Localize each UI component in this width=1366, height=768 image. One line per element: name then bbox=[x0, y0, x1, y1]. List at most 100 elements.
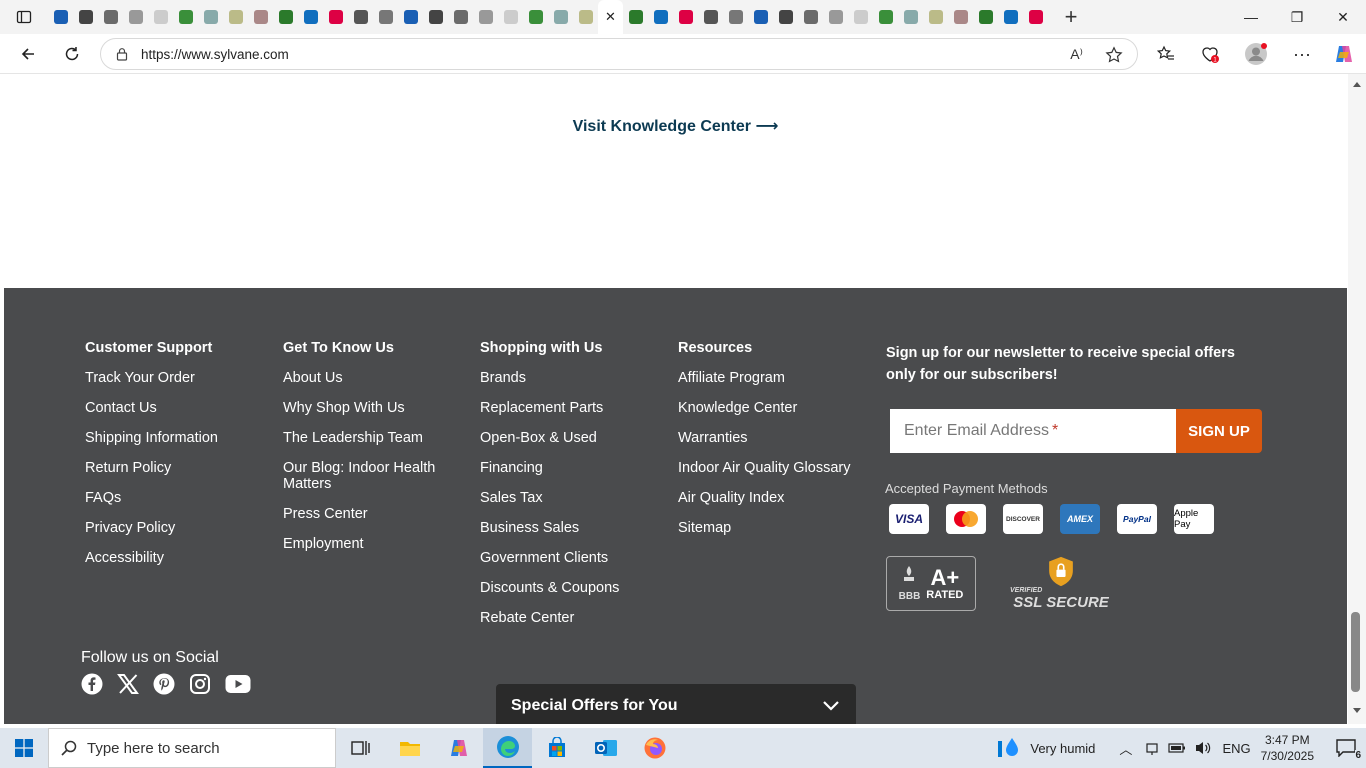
sign-up-button[interactable]: SIGN UP bbox=[1176, 409, 1262, 453]
instagram-icon[interactable] bbox=[189, 673, 211, 695]
tab-actions-button[interactable] bbox=[0, 0, 48, 34]
footer-link[interactable]: Privacy Policy bbox=[85, 520, 275, 536]
footer-link[interactable]: Open-Box & Used bbox=[480, 430, 670, 446]
special-offers-bar[interactable]: Special Offers for You bbox=[496, 684, 856, 724]
browser-tab[interactable] bbox=[648, 0, 673, 34]
battery-icon[interactable] bbox=[1168, 741, 1186, 755]
browser-tab[interactable] bbox=[498, 0, 523, 34]
footer-link[interactable]: Why Shop With Us bbox=[283, 400, 463, 416]
network-icon[interactable] bbox=[1144, 740, 1160, 756]
favorites-button[interactable] bbox=[1146, 38, 1186, 70]
browser-tab[interactable] bbox=[798, 0, 823, 34]
scroll-down-arrow-icon[interactable] bbox=[1353, 708, 1361, 713]
browser-tab[interactable] bbox=[673, 0, 698, 34]
taskbar-copilot[interactable] bbox=[434, 728, 483, 768]
notification-center-button[interactable]: 6 bbox=[1326, 728, 1366, 768]
browser-tab[interactable] bbox=[298, 0, 323, 34]
browser-tab[interactable] bbox=[623, 0, 648, 34]
browser-tab[interactable] bbox=[898, 0, 923, 34]
profile-button[interactable] bbox=[1236, 38, 1276, 70]
browser-tab[interactable] bbox=[973, 0, 998, 34]
browser-tab[interactable] bbox=[148, 0, 173, 34]
settings-more-button[interactable]: ··· bbox=[1282, 38, 1322, 70]
footer-link[interactable]: Warranties bbox=[678, 430, 878, 446]
browser-tab[interactable] bbox=[473, 0, 498, 34]
bbb-rating-badge[interactable]: BBB A+ RATED bbox=[886, 556, 976, 611]
youtube-icon[interactable] bbox=[225, 673, 251, 695]
footer-link[interactable]: Discounts & Coupons bbox=[480, 580, 670, 596]
tab-active[interactable]: ✕ bbox=[598, 0, 623, 34]
minimize-button[interactable]: — bbox=[1228, 0, 1274, 34]
weather-text[interactable]: Very humid bbox=[1030, 741, 1095, 756]
pinterest-icon[interactable] bbox=[153, 673, 175, 695]
footer-link[interactable]: Replacement Parts bbox=[480, 400, 670, 416]
address-bar[interactable]: https://www.sylvane.com A⁾ bbox=[100, 38, 1138, 70]
restore-button[interactable]: ❐ bbox=[1274, 0, 1320, 34]
taskbar-store[interactable] bbox=[532, 728, 581, 768]
browser-tab[interactable] bbox=[823, 0, 848, 34]
footer-link[interactable]: Track Your Order bbox=[85, 370, 275, 386]
footer-link[interactable]: Rebate Center bbox=[480, 610, 670, 626]
browser-tab[interactable] bbox=[998, 0, 1023, 34]
favorite-star-icon[interactable] bbox=[1105, 46, 1123, 64]
browser-tab[interactable] bbox=[548, 0, 573, 34]
browser-tab[interactable] bbox=[873, 0, 898, 34]
footer-link[interactable]: Affiliate Program bbox=[678, 370, 878, 386]
footer-link[interactable]: Brands bbox=[480, 370, 670, 386]
footer-link[interactable]: About Us bbox=[283, 370, 463, 386]
browser-tab[interactable] bbox=[73, 0, 98, 34]
browser-tab[interactable] bbox=[423, 0, 448, 34]
footer-link[interactable]: Shipping Information bbox=[85, 430, 275, 446]
browser-tab[interactable] bbox=[223, 0, 248, 34]
footer-link[interactable]: Press Center bbox=[283, 506, 463, 522]
footer-link[interactable]: Sitemap bbox=[678, 520, 878, 536]
footer-link[interactable]: Indoor Air Quality Glossary bbox=[678, 460, 878, 476]
taskbar-firefox[interactable] bbox=[630, 728, 679, 768]
scrollbar-thumb[interactable] bbox=[1351, 612, 1360, 692]
read-aloud-icon[interactable]: A⁾ bbox=[1070, 46, 1083, 63]
show-hidden-icons-chevron-icon[interactable]: ︿ bbox=[1119, 739, 1132, 758]
footer-link[interactable]: The Leadership Team bbox=[283, 430, 463, 446]
browser-tab[interactable] bbox=[323, 0, 348, 34]
browser-tab[interactable] bbox=[748, 0, 773, 34]
taskbar-outlook[interactable] bbox=[581, 728, 630, 768]
browser-tab[interactable] bbox=[348, 0, 373, 34]
footer-link[interactable]: Sales Tax bbox=[480, 490, 670, 506]
browser-tab[interactable] bbox=[523, 0, 548, 34]
copilot-button[interactable] bbox=[1324, 38, 1364, 70]
browser-tab[interactable] bbox=[398, 0, 423, 34]
browser-tab[interactable] bbox=[173, 0, 198, 34]
footer-link[interactable]: Air Quality Index bbox=[678, 490, 878, 506]
browser-tab[interactable] bbox=[123, 0, 148, 34]
close-tab-icon[interactable]: ✕ bbox=[604, 9, 618, 24]
browser-tab[interactable] bbox=[573, 0, 598, 34]
browser-tab[interactable] bbox=[373, 0, 398, 34]
browser-tab[interactable] bbox=[773, 0, 798, 34]
browser-tab[interactable] bbox=[698, 0, 723, 34]
volume-icon[interactable] bbox=[1194, 740, 1212, 756]
browser-tab[interactable] bbox=[1023, 0, 1048, 34]
footer-link[interactable]: Knowledge Center bbox=[678, 400, 878, 416]
footer-link[interactable]: Our Blog: Indoor Health Matters bbox=[283, 460, 463, 492]
footer-link[interactable]: FAQs bbox=[85, 490, 275, 506]
browser-tab[interactable] bbox=[923, 0, 948, 34]
taskbar-file-explorer[interactable] bbox=[385, 728, 434, 768]
taskbar-edge[interactable] bbox=[483, 728, 532, 768]
browser-tab[interactable] bbox=[98, 0, 123, 34]
task-view-button[interactable] bbox=[336, 728, 385, 768]
browser-tab[interactable] bbox=[248, 0, 273, 34]
refresh-button[interactable] bbox=[52, 38, 92, 70]
visit-knowledge-center-link[interactable]: Visit Knowledge Center ⟶ bbox=[4, 116, 1347, 136]
language-indicator[interactable]: ENG bbox=[1222, 741, 1250, 756]
new-tab-button[interactable]: + bbox=[1056, 0, 1086, 34]
back-button[interactable] bbox=[8, 38, 48, 70]
footer-link[interactable]: Contact Us bbox=[85, 400, 275, 416]
footer-link[interactable]: Government Clients bbox=[480, 550, 670, 566]
browser-tab[interactable] bbox=[948, 0, 973, 34]
browser-tab[interactable] bbox=[848, 0, 873, 34]
browser-tab[interactable] bbox=[198, 0, 223, 34]
email-input[interactable]: Enter Email Address * bbox=[890, 409, 1177, 453]
footer-link[interactable]: Business Sales bbox=[480, 520, 670, 536]
browser-tab[interactable] bbox=[48, 0, 73, 34]
clock[interactable]: 3:47 PM 7/30/2025 bbox=[1261, 732, 1314, 764]
